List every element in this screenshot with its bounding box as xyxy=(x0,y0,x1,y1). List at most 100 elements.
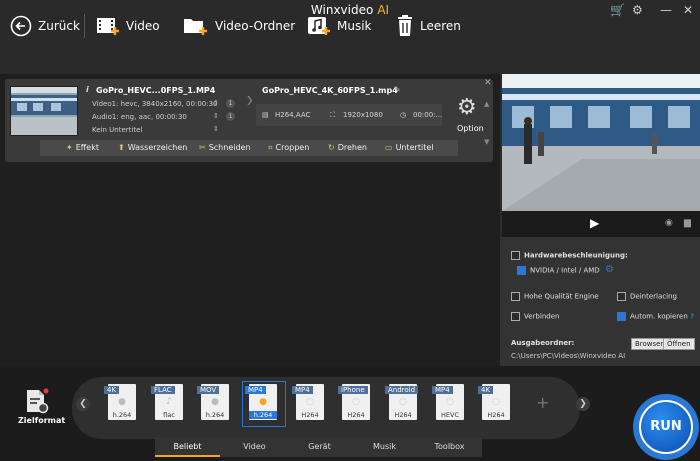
format-item[interactable]: 4K ● h.264 xyxy=(104,384,140,420)
deinterlacing-label: Deinterlacing xyxy=(630,292,677,301)
remove-item-icon[interactable]: ✕ xyxy=(484,78,492,88)
rotate-button[interactable]: ↻ Drehen xyxy=(328,143,367,152)
effect-button[interactable]: ✦ Effekt xyxy=(66,143,99,152)
gpu-settings-icon[interactable]: ⚙ xyxy=(605,264,614,275)
add-folder-button[interactable]: Video-Ordner xyxy=(183,12,295,40)
back-button[interactable]: Zurück xyxy=(10,12,80,40)
add-folder-label: Video-Ordner xyxy=(215,19,296,33)
carousel-prev-button[interactable]: ❮ xyxy=(76,397,90,411)
format-item-selected[interactable]: MP4 ● h.264 xyxy=(245,384,281,420)
settings-icon[interactable]: ⚙ xyxy=(632,3,643,17)
resolution-icon: ⛶ xyxy=(330,111,335,119)
format-label: flac xyxy=(155,411,183,419)
format-file-icon: ◌ xyxy=(446,397,454,407)
add-format-icon[interactable]: + xyxy=(536,393,549,412)
format-label: H264 xyxy=(342,411,370,419)
preview-image xyxy=(502,74,700,211)
format-tag: MP4 xyxy=(245,386,266,394)
effect-label: Effekt xyxy=(75,143,99,152)
tab-music[interactable]: Musik xyxy=(352,437,417,457)
trash-icon xyxy=(398,15,412,36)
format-item[interactable]: MP4 ◌ H264 xyxy=(292,384,328,420)
minimize-button[interactable]: — xyxy=(660,3,672,17)
folder-icon[interactable]: ▆ xyxy=(684,218,691,228)
add-music-label: Musik xyxy=(337,19,372,33)
auto-copy-checkbox[interactable] xyxy=(617,312,626,321)
high-quality-label: Hohe Qualität Engine xyxy=(524,292,599,301)
magic-wand-icon: ✦ xyxy=(66,143,73,152)
clock-icon: ◷ xyxy=(400,111,407,119)
gpu-option[interactable]: NVIDIA / Intel / AMD xyxy=(517,266,600,275)
option-gear-icon[interactable]: ⚙ xyxy=(457,97,477,119)
format-label: h.264 xyxy=(201,411,229,419)
tab-toolbox[interactable]: Toolbox xyxy=(417,437,482,457)
info-icon[interactable]: i xyxy=(86,85,89,94)
format-tag: MOV xyxy=(197,386,220,394)
gpu-checkbox[interactable] xyxy=(517,266,526,275)
merge-option[interactable]: Verbinden xyxy=(511,312,559,321)
tab-video[interactable]: Video xyxy=(222,437,287,457)
format-label: h.264 xyxy=(249,411,277,419)
snapshot-icon[interactable]: ◉ xyxy=(665,218,673,228)
watermark-button[interactable]: ⬆ Wasserzeichen xyxy=(118,143,187,152)
gpu-label: NVIDIA / Intel / AMD xyxy=(530,266,600,275)
stamp-icon: ⬆ xyxy=(118,143,125,152)
hw-accel-option[interactable]: Hardwarebeschleunigung: xyxy=(511,251,628,260)
add-video-button[interactable]: Video xyxy=(96,12,160,40)
hw-accel-checkbox[interactable] xyxy=(511,251,520,260)
format-label: h.264 xyxy=(108,411,136,419)
play-button[interactable]: ▶ xyxy=(590,216,599,230)
scroll-down-icon[interactable]: ▼ xyxy=(484,138,489,146)
format-item[interactable]: FLAC ♪ flac xyxy=(151,384,187,420)
tab-popular[interactable]: Beliebt xyxy=(155,437,220,457)
format-file-icon: ◌ xyxy=(306,397,314,407)
auto-copy-label: Autom. kopieren xyxy=(630,312,688,321)
hw-accel-label: Hardwarebeschleunigung: xyxy=(524,251,628,260)
film-plus-icon xyxy=(97,18,119,35)
scroll-up-icon[interactable]: ▲ xyxy=(484,100,489,108)
open-button[interactable]: Öffnen xyxy=(663,338,695,350)
format-item[interactable]: MOV ● h.264 xyxy=(197,384,233,420)
format-item[interactable]: iPhone ◌ H264 xyxy=(338,384,374,420)
run-button[interactable]: RUN xyxy=(639,400,693,454)
source-filename: GoPro_HEVC...0FPS_1.MP4 xyxy=(96,86,216,95)
crop-icon: ⌗ xyxy=(268,143,273,152)
target-format-label[interactable]: Zielformat xyxy=(18,416,65,425)
clear-label: Leeren xyxy=(420,19,461,33)
back-label: Zurück xyxy=(38,19,80,33)
format-item[interactable]: 4K ◌ H264 xyxy=(478,384,514,420)
video-track-dropdown[interactable]: ⇕ xyxy=(213,99,219,107)
subtitle-dropdown[interactable]: ⇕ xyxy=(213,125,219,133)
deinterlacing-option[interactable]: Deinterlacing xyxy=(617,292,677,301)
help-icon[interactable]: ? xyxy=(690,313,694,321)
high-quality-option[interactable]: Hohe Qualität Engine xyxy=(511,292,599,301)
crop-button[interactable]: ⌗ Croppen xyxy=(268,143,309,153)
format-file-icon: ◌ xyxy=(352,397,360,407)
subtitle-button[interactable]: ▭ Untertitel xyxy=(385,143,433,152)
output-folder-path: C:\Users\PC\Videos\Winxvideo AI xyxy=(511,352,626,360)
cart-icon[interactable]: 🛒 xyxy=(610,3,625,17)
tab-device[interactable]: Gerät xyxy=(287,437,352,457)
target-format-icon[interactable] xyxy=(24,388,50,418)
format-item[interactable]: Android ◌ H264 xyxy=(385,384,421,420)
high-quality-checkbox[interactable] xyxy=(511,292,520,301)
output-filename: GoPro_HEVC_4K_60FPS_1.mp4 xyxy=(262,86,398,95)
format-tag: iPhone xyxy=(338,386,368,394)
video-track-info: Video1: hevc, 3840x2160, 00:00:30 xyxy=(92,100,218,108)
add-music-button[interactable]: Musik xyxy=(307,12,372,40)
video-thumbnail[interactable] xyxy=(10,86,78,136)
merge-checkbox[interactable] xyxy=(511,312,520,321)
format-item[interactable]: MP4 ◌ HEVC xyxy=(432,384,468,420)
output-codec: H264,AAC xyxy=(275,111,311,119)
option-label[interactable]: Option xyxy=(457,124,484,133)
carousel-next-button[interactable]: ❯ xyxy=(576,397,590,411)
auto-copy-option[interactable]: Autom. kopieren ? xyxy=(617,312,694,321)
edit-pencil-icon[interactable]: ✎ xyxy=(394,85,401,94)
deinterlacing-checkbox[interactable] xyxy=(617,292,626,301)
audio-track-dropdown[interactable]: ⇕ xyxy=(213,112,219,120)
audio-track-info: Audio1: eng, aac, 00:00:30 xyxy=(92,113,187,121)
format-label: H264 xyxy=(296,411,324,419)
cut-button[interactable]: ✂ Schneiden xyxy=(199,143,251,152)
close-button[interactable]: ✕ xyxy=(683,3,693,17)
clear-button[interactable]: Leeren xyxy=(396,12,461,40)
